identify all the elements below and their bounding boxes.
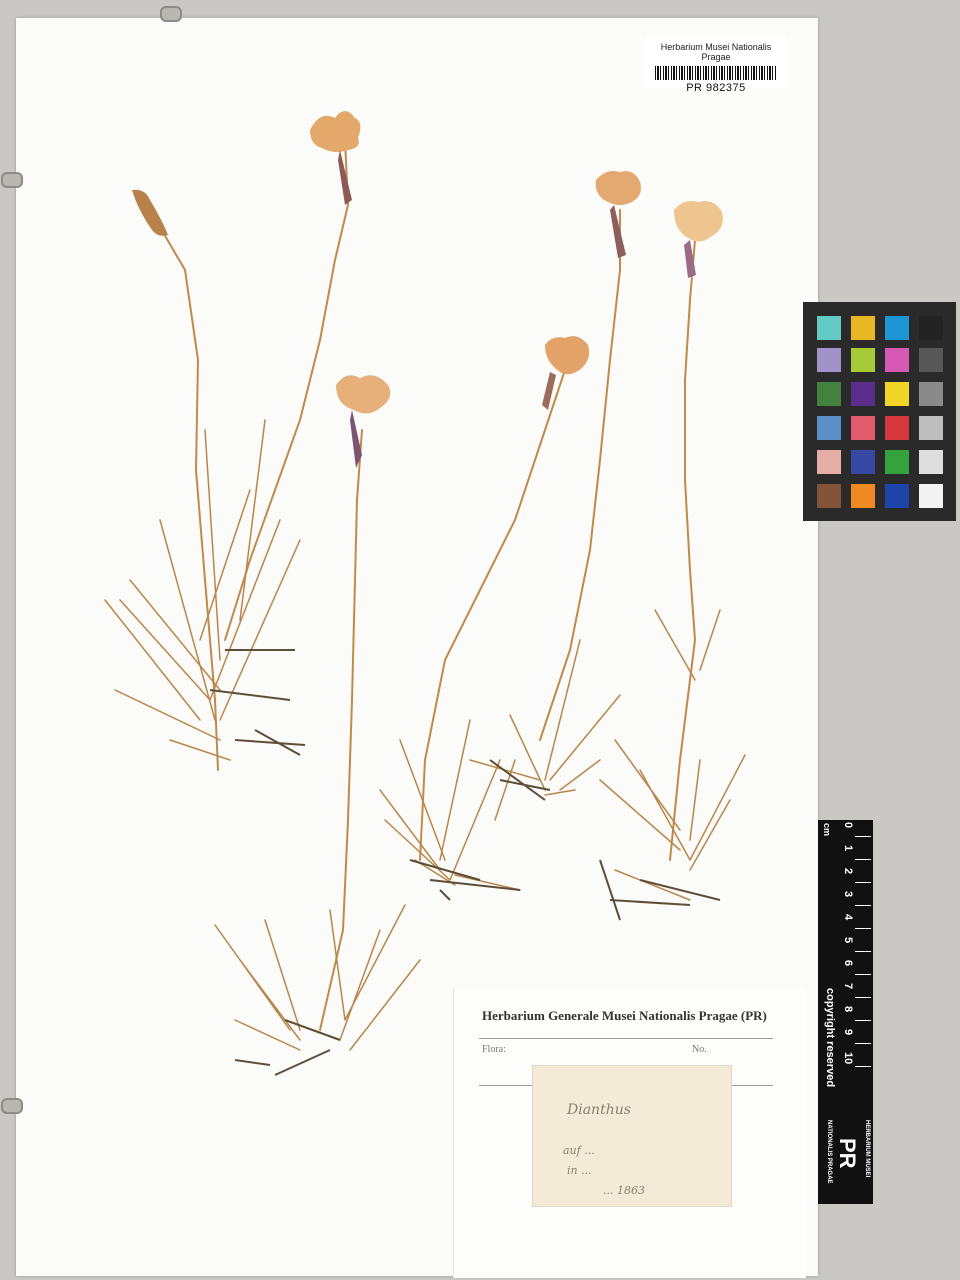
scale-number: 4: [842, 914, 854, 921]
plant-stem: [224, 139, 350, 641]
scale-number: 9: [842, 1029, 854, 1036]
scale-number: 8: [842, 1006, 854, 1013]
pr-logo: PR: [835, 1138, 860, 1169]
label-title: Herbarium Generale Musei Nationalis Prag…: [482, 1008, 767, 1023]
carnation-flower: [545, 336, 590, 375]
scale-bar: cm 0 1 2 3 4 5 6 7 8 9 10 copyright rese…: [818, 820, 873, 1204]
copyright-text: copyright reserved: [824, 988, 836, 1088]
color-patch: [851, 450, 875, 474]
scale-number: 2: [842, 868, 854, 875]
color-patch: [817, 450, 841, 474]
scale-number: 7: [842, 983, 854, 990]
institution-name-top: HERBARIUM MUSEI: [864, 1120, 870, 1178]
color-patch: [851, 416, 875, 440]
color-patch: [817, 382, 841, 406]
carnation-flower: [674, 201, 723, 242]
handwritten-line: auf ...: [563, 1144, 595, 1157]
scale-number: 10: [842, 1052, 854, 1065]
carnation-flower: [132, 189, 168, 236]
label-divider: [479, 1038, 773, 1039]
institution-name-bottom: NATIONALIS PRAGAE: [826, 1120, 832, 1184]
color-patch: [885, 316, 909, 340]
color-patch: [919, 450, 943, 474]
color-patch: [851, 382, 875, 406]
scale-number: 3: [842, 891, 854, 898]
color-patch: [817, 484, 841, 508]
color-patch: [919, 316, 943, 340]
color-patch: [885, 348, 909, 372]
color-patch: [885, 382, 909, 406]
number-label: No.: [692, 1044, 707, 1055]
handwritten-line: ... 1863: [603, 1184, 645, 1197]
color-patch: [817, 316, 841, 340]
color-patch: [919, 382, 943, 406]
color-patch: [919, 416, 943, 440]
plant-stem: [669, 239, 697, 861]
carnation-flower: [595, 171, 641, 205]
color-patch: [817, 348, 841, 372]
scale-number: 6: [842, 960, 854, 967]
color-patch: [885, 450, 909, 474]
herbarium-label: Herbarium Generale Musei Nationalis Prag…: [453, 988, 806, 1278]
plant-stem: [539, 209, 621, 741]
handwritten-label: Dianthus auf ... in ... ... 1863: [532, 1065, 732, 1207]
color-patch: [851, 348, 875, 372]
plant-stem: [149, 209, 219, 771]
handwritten-line: Dianthus: [567, 1102, 631, 1118]
color-patch: [919, 348, 943, 372]
color-calibration-card: [803, 302, 956, 521]
color-patch: [817, 416, 841, 440]
scale-number: 1: [842, 845, 854, 852]
flora-label: Flora:: [482, 1044, 506, 1055]
color-patch: [885, 484, 909, 508]
color-patch: [851, 484, 875, 508]
carnation-flower: [310, 111, 361, 153]
carnation-flower: [336, 375, 391, 414]
color-patch: [885, 416, 909, 440]
scale-number: 0: [842, 822, 854, 829]
handwritten-line: in ...: [567, 1164, 592, 1177]
scale-ticks: [855, 836, 871, 1068]
color-patch: [851, 316, 875, 340]
scale-unit: cm: [822, 823, 832, 837]
scale-number: 5: [842, 937, 854, 944]
color-patch: [919, 484, 943, 508]
plant-stem: [319, 429, 363, 1031]
